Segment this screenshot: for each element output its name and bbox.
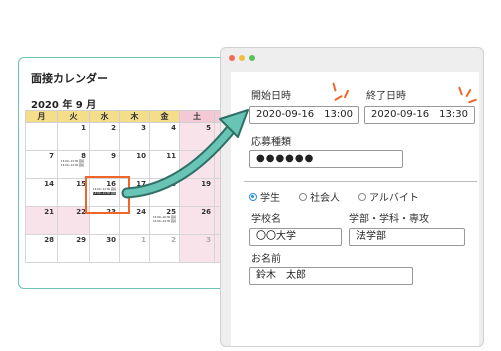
curved-arrow-icon [121,109,249,199]
